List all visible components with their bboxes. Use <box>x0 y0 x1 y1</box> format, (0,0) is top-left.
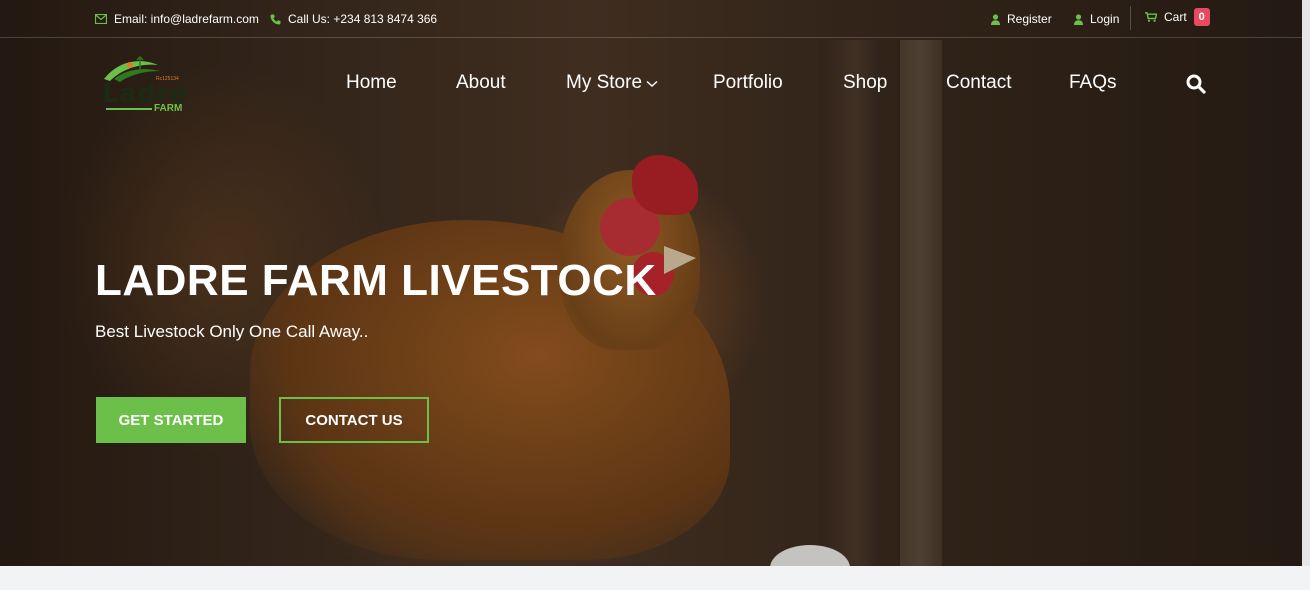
nav-about[interactable]: About <box>456 72 506 94</box>
get-started-button[interactable]: GET STARTED <box>96 397 246 443</box>
site-logo[interactable]: Rc125134 Ladre FARM <box>100 55 190 117</box>
search-button[interactable] <box>1186 74 1206 99</box>
nav-faqs[interactable]: FAQs <box>1069 72 1117 94</box>
cart-label: Cart <box>1164 10 1187 24</box>
phone-text: Call Us: +234 813 8474 366 <box>288 12 438 26</box>
user-icon <box>1074 13 1083 25</box>
login-link[interactable]: Login <box>1074 12 1119 26</box>
nav-contact[interactable]: Contact <box>946 72 1011 94</box>
hero-subtitle: Best Livestock Only One Call Away.. <box>95 322 369 341</box>
register-label: Register <box>1007 12 1052 26</box>
login-label: Login <box>1090 12 1120 26</box>
envelope-icon <box>95 14 107 24</box>
topbar-divider <box>1130 6 1131 30</box>
search-icon <box>1186 74 1206 98</box>
next-section-edge <box>0 566 1310 590</box>
chevron-down-icon <box>646 72 658 94</box>
page-scrollbar[interactable] <box>1302 0 1310 566</box>
nav-home[interactable]: Home <box>346 72 397 94</box>
top-bar: Email: info@ladrefarm.com Call Us: +234 … <box>0 0 1302 38</box>
register-link[interactable]: Register <box>991 12 1052 26</box>
cart-count-badge: 0 <box>1193 8 1210 26</box>
phone-link[interactable]: Call Us: +234 813 8474 366 <box>270 12 437 26</box>
email-link[interactable]: Email: info@ladrefarm.com <box>95 12 259 26</box>
nav-my-store-label: My Store <box>566 72 643 93</box>
logo-underline <box>106 108 152 110</box>
hero-section: Email: info@ladrefarm.com Call Us: +234 … <box>0 0 1302 566</box>
nav-shop[interactable]: Shop <box>843 72 887 94</box>
contact-us-button[interactable]: CONTACT US <box>279 397 429 443</box>
nav-my-store[interactable]: My Store <box>566 72 658 94</box>
logo-subtitle: FARM <box>154 103 183 114</box>
cart-link[interactable]: Cart 0 <box>1145 8 1210 26</box>
nav-portfolio[interactable]: Portfolio <box>713 72 783 94</box>
hero-title: LADRE FARM LIVESTOCK <box>95 256 657 305</box>
user-icon <box>991 13 1000 25</box>
phone-icon <box>270 14 281 25</box>
cart-icon <box>1145 12 1157 22</box>
email-text: Email: info@ladrefarm.com <box>114 12 259 26</box>
